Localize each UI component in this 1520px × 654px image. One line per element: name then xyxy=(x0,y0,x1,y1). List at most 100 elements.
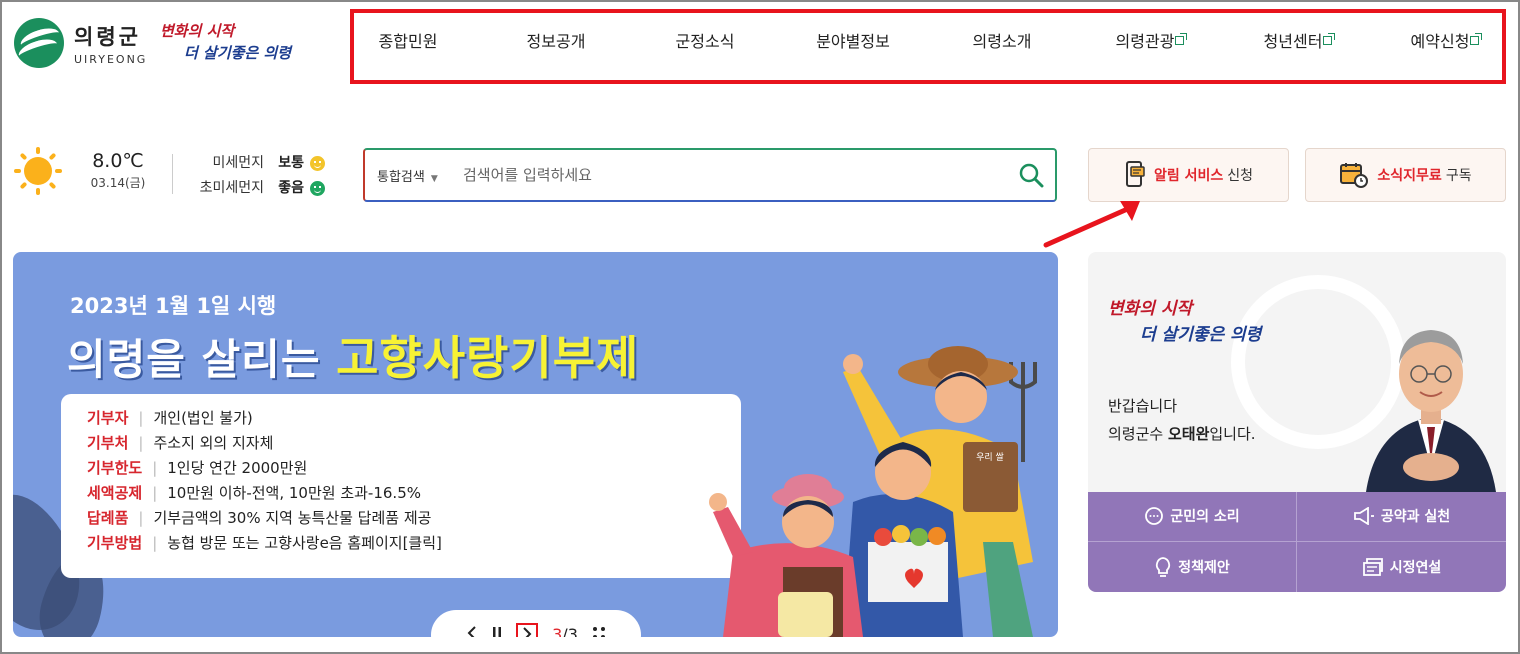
fine-dust-value: 보통 xyxy=(278,155,304,171)
weather-date: 03.14(금) xyxy=(90,176,146,190)
slide-total: /3 xyxy=(562,625,578,637)
policy-proposal-button[interactable]: 정책제안 xyxy=(1088,541,1297,592)
air-quality: 미세먼지 보통 초미세먼지 좋음 xyxy=(184,151,325,201)
info-key: 기부처 xyxy=(87,434,129,452)
greeting-line2: 의령군수 오태완입니다. xyxy=(1108,420,1256,448)
integrated-search-bar: 통합검색 ▼ xyxy=(363,148,1057,202)
lightbulb-icon xyxy=(1156,556,1171,577)
banner-title-white: 의령을 살리는 xyxy=(67,335,321,384)
info-row: 기부방법 | 농협 방문 또는 고향사랑e음 홈페이지[클릭] xyxy=(87,531,741,556)
smile-face-icon xyxy=(310,181,325,196)
newsletter-label: 소식지무료 xyxy=(1377,168,1442,184)
pledge-label: 공약과 실천 xyxy=(1380,509,1451,526)
policy-speech-label: 시정연설 xyxy=(1389,559,1442,576)
greeting-line1: 반갑습니다 xyxy=(1108,397,1178,415)
mayor-name: 오태완 xyxy=(1167,425,1210,443)
logo-english: UIRYEONG xyxy=(74,52,148,66)
nav-label: 의령소개 xyxy=(972,32,1032,51)
nav-label: 군정소식 xyxy=(675,32,735,51)
megaphone-icon xyxy=(1353,507,1374,526)
info-row: 기부자 | 개인(법인 불가) xyxy=(87,406,741,431)
info-row: 기부한도 | 1인당 연간 2000만원 xyxy=(87,456,741,481)
slogan-line1: 변화의 시작 xyxy=(160,22,235,40)
nav-item-info[interactable]: 정보공개 xyxy=(506,28,606,52)
nav-label: 종합민원 xyxy=(378,32,438,51)
banner-title: 의령을 살리는 고향사랑기부제 xyxy=(67,322,639,388)
next-slide-button[interactable] xyxy=(516,623,539,637)
chevron-left-icon xyxy=(467,626,476,637)
banner-controls: 3/3 xyxy=(431,610,641,637)
mayor-slogan: 변화의 시작 더 살기좋은 의령 xyxy=(1108,296,1261,348)
calendar-clock-icon xyxy=(1340,163,1369,188)
info-row: 기부처 | 주소지 외의 지자체 xyxy=(87,431,741,456)
phone-message-icon xyxy=(1125,161,1145,187)
pledge-button[interactable]: 공약과 실천 xyxy=(1297,492,1506,542)
mayor-portrait xyxy=(1366,330,1496,492)
citizen-voice-button[interactable]: 군민의 소리 xyxy=(1088,492,1297,542)
nav-label: 분야별정보 xyxy=(816,32,890,51)
ultrafine-dust-label: 초미세먼지 xyxy=(199,180,264,196)
temperature-value: 8.0℃ xyxy=(92,150,144,172)
slide-counter: 3/3 xyxy=(552,625,578,637)
mayor-slogan-line1: 변화의 시작 xyxy=(1108,299,1193,319)
search-scope-select[interactable]: 통합검색 ▼ xyxy=(365,166,463,185)
info-key: 답례품 xyxy=(87,509,129,527)
policy-speech-button[interactable]: 시정연설 xyxy=(1297,542,1506,593)
alert-service-button[interactable]: 알림 서비스 신청 xyxy=(1088,148,1289,202)
prev-slide-button[interactable] xyxy=(466,625,478,637)
farmers-illustration: 우리 쌀 xyxy=(709,346,1037,637)
site-logo[interactable]: 의령군 UIRYEONG xyxy=(14,18,147,68)
sunny-weather-icon xyxy=(14,147,62,195)
mayor-slogan-line2: 더 살기좋은 의령 xyxy=(1140,325,1262,345)
nav-item-fields[interactable]: 분야별정보 xyxy=(798,28,908,52)
mayor-greeting: 반갑습니다 의령군수 오태완입니다. xyxy=(1108,392,1256,448)
nav-item-civil[interactable]: 종합민원 xyxy=(358,28,458,52)
info-value: 기부금액의 30% 지역 농특산물 답례품 제공 xyxy=(153,509,432,527)
header-slogan: 변화의 시작 더 살기좋은 의령 xyxy=(160,20,291,64)
greeting-prefix: 의령군수 xyxy=(1108,425,1168,443)
info-key: 기부방법 xyxy=(87,534,143,552)
greeting-suffix: 입니다. xyxy=(1209,425,1256,443)
weather-temperature: 8.0℃ 03.14(금) xyxy=(82,150,154,191)
nav-label: 정보공개 xyxy=(526,32,586,51)
info-value: 1인당 연간 2000만원 xyxy=(167,459,308,477)
info-key: 세액공제 xyxy=(87,484,143,502)
search-button[interactable] xyxy=(1007,151,1055,199)
search-input[interactable] xyxy=(463,166,1007,184)
pause-slide-button[interactable] xyxy=(492,625,502,637)
nav-label: 예약신청 xyxy=(1410,32,1470,51)
chevron-right-icon xyxy=(523,627,532,637)
banner-info-card: 기부자 | 개인(법인 불가) 기부처 | 주소지 외의 지자체 기부한도 | 1인당 연간… xyxy=(61,394,741,578)
ultrafine-dust-value: 좋음 xyxy=(278,180,304,196)
mayor-greeting-box: 변화의 시작 더 살기좋은 의령 반갑습니다 의령군수 오태완입니다. xyxy=(1088,252,1506,492)
logo-emblem-icon xyxy=(14,18,64,68)
external-link-icon xyxy=(1323,33,1336,45)
speech-bubble-icon xyxy=(1145,507,1164,526)
search-icon xyxy=(1019,163,1044,188)
banner-title-highlight: 고향사랑기부제 xyxy=(336,331,640,385)
view-all-slides-button[interactable] xyxy=(592,625,606,637)
nav-item-tourism[interactable]: 의령관광 xyxy=(1095,28,1205,52)
citizen-voice-label: 군민의 소리 xyxy=(1170,509,1240,526)
nav-item-news[interactable]: 군정소식 xyxy=(655,28,755,52)
nav-label: 청년센터 xyxy=(1263,32,1323,51)
info-value[interactable]: 농협 방문 또는 고향사랑e음 홈페이지[클릭] xyxy=(167,531,442,556)
info-key: 기부한도 xyxy=(87,459,143,477)
pause-icon xyxy=(493,627,502,637)
alert-service-label: 알림 서비스 xyxy=(1153,168,1224,184)
nav-item-reservation[interactable]: 예약신청 xyxy=(1390,28,1500,52)
main-banner[interactable]: 2023년 1월 1일 시행 의령을 살리는 고향사랑기부제 기부자 | 개인(법인… xyxy=(13,252,1058,637)
logo-korean: 의령군 xyxy=(74,24,141,49)
newsletter-subscribe-button[interactable]: 소식지무료 구독 xyxy=(1305,148,1506,202)
mayor-menu: 군민의 소리 공약과 실천 정책제안 시정연설 xyxy=(1088,492,1506,592)
banner-subtitle: 2023년 1월 1일 시행 xyxy=(70,294,277,318)
slide-current: 3 xyxy=(552,625,563,637)
nav-item-youth[interactable]: 청년센터 xyxy=(1243,28,1353,52)
caret-down-icon: ▼ xyxy=(430,173,438,184)
rice-bag-text: 우리 쌀 xyxy=(976,452,1004,463)
main-navigation: 종합민원 정보공개 군정소식 분야별정보 의령소개 의령관광 청년센터 예약신청 xyxy=(358,28,1500,52)
nav-item-about[interactable]: 의령소개 xyxy=(952,28,1052,52)
search-scope-label: 통합검색 xyxy=(377,169,425,185)
info-value: 개인(법인 불가) xyxy=(153,409,253,427)
grid-dots-icon xyxy=(592,627,605,637)
